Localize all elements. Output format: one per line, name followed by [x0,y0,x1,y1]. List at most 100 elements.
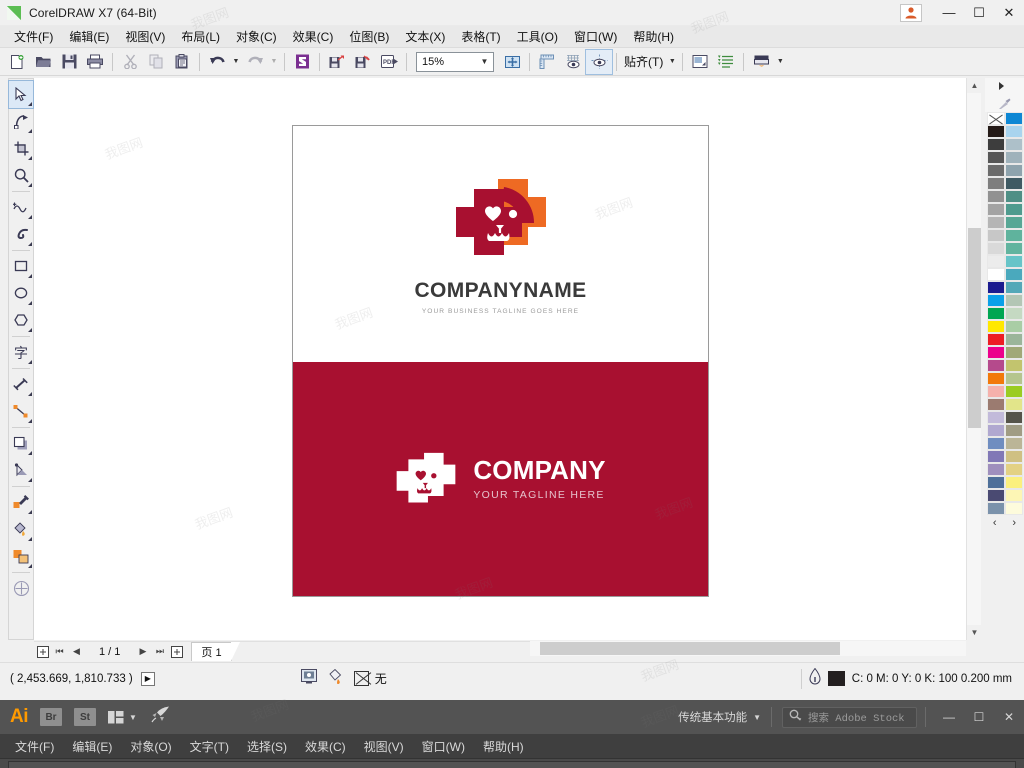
freehand-tool[interactable] [9,194,33,221]
color-eyedropper-tool[interactable] [9,489,33,516]
palette-swatch[interactable] [986,281,1005,294]
ai-menu-item-file[interactable]: 文件(F) [6,736,63,757]
menu-item-window[interactable]: 窗口(W) [566,26,625,47]
adobe-stock-search-input[interactable]: 搜索 Adobe Stock [782,706,917,728]
palette-swatch[interactable] [1004,320,1023,333]
palette-swatch[interactable] [1004,138,1023,151]
palette-swatch[interactable] [986,385,1005,398]
palette-swatch[interactable] [1004,255,1023,268]
palette-swatch[interactable] [986,151,1005,164]
pet-clinic-dog-cross-logo-white[interactable] [395,449,457,509]
menu-item-tools[interactable]: 工具(O) [509,26,566,47]
palette-swatch[interactable] [1004,424,1023,437]
crop-tool[interactable] [9,135,33,162]
horizontal-scrollbar[interactable] [530,641,966,656]
palette-swatch[interactable] [1004,346,1023,359]
menu-item-object[interactable]: 对象(C) [228,26,285,47]
options-icon[interactable] [687,50,713,74]
document-properties-icon[interactable] [300,668,317,689]
palette-swatch[interactable] [1004,463,1023,476]
application-launcher-caret[interactable]: ▼ [774,51,786,73]
menu-item-help[interactable]: 帮助(H) [625,26,682,47]
outline-pen-icon[interactable] [809,667,821,690]
palette-swatch[interactable] [986,398,1005,411]
palette-swatch[interactable] [986,372,1005,385]
artistic-media-tool[interactable] [9,221,33,248]
illustrator-minimize-button[interactable]: — [934,700,964,734]
arrange-documents-button[interactable]: ▼ [108,710,137,724]
import-icon[interactable] [324,50,350,74]
palette-swatch[interactable] [1004,177,1023,190]
undo-dropdown-caret[interactable]: ▼ [230,51,242,73]
palette-swatch[interactable] [986,476,1005,489]
palette-swatch[interactable] [986,411,1005,424]
zoom-tool[interactable] [9,162,33,189]
ai-menu-item-effect[interactable]: 效果(C) [296,736,355,757]
palette-swatch[interactable] [1004,294,1023,307]
text-tool[interactable]: 字 [9,339,33,366]
ai-menu-item-object[interactable]: 对象(O) [121,736,180,757]
workspace-selector[interactable]: 传统基本功能 [678,709,747,725]
rocket-icon[interactable] [151,706,170,728]
palette-swatch[interactable] [986,450,1005,463]
palette-swatch[interactable] [986,489,1005,502]
rectangle-tool[interactable] [9,253,33,280]
menu-item-table[interactable]: 表格(T) [453,26,508,47]
next-page-button[interactable]: ▶ [134,643,151,661]
outline-color-swatch[interactable] [827,671,845,686]
previous-page-button[interactable]: ◀ [68,643,85,661]
pet-clinic-dog-cross-logo[interactable] [454,173,548,265]
ai-menu-item-view[interactable]: 视图(V) [355,736,413,757]
palette-swatch[interactable] [1004,489,1023,502]
palette-swatch[interactable] [1004,151,1023,164]
palette-swatch[interactable] [986,320,1005,333]
palette-swatch-grid[interactable] [986,112,1023,515]
palette-swatch[interactable] [1004,203,1023,216]
palette-swatch[interactable] [986,437,1005,450]
palette-swatch[interactable] [1004,125,1023,138]
ai-menu-item-edit[interactable]: 编辑(E) [63,736,121,757]
palette-swatch[interactable] [1004,190,1023,203]
open-document-icon[interactable] [30,50,56,74]
menu-item-text[interactable]: 文本(X) [397,26,453,47]
palette-swatch[interactable] [986,242,1005,255]
drop-shadow-tool[interactable] [9,430,33,457]
straight-line-connector-tool[interactable] [9,398,33,425]
parallel-dimension-tool[interactable] [9,371,33,398]
chevron-down-icon[interactable]: ▼ [476,57,493,66]
vertical-scrollbar[interactable]: ▲ ▼ [966,78,982,640]
palette-swatch[interactable] [986,463,1005,476]
publish-pdf-icon[interactable]: PDF [376,50,402,74]
palette-swatch[interactable] [986,268,1005,281]
palette-swatch[interactable] [1004,307,1023,320]
transparency-tool[interactable] [9,457,33,484]
illustrator-maximize-button[interactable]: ☐ [964,700,994,734]
ai-menu-item-window[interactable]: 窗口(W) [413,736,474,757]
smart-fill-tool[interactable] [9,543,33,570]
paste-icon[interactable] [169,50,195,74]
scroll-down-icon[interactable]: ▼ [967,625,982,640]
palette-swatch[interactable] [986,190,1005,203]
add-page-before-icon[interactable] [34,643,51,661]
shape-tool[interactable] [9,108,33,135]
palette-prev-button[interactable]: ‹ [993,517,997,529]
first-page-button[interactable]: ⏮ [51,643,68,661]
ai-menu-item-select[interactable]: 选择(S) [238,736,296,757]
page-tab-1[interactable]: 页 1 [191,642,240,661]
palette-swatch[interactable] [986,502,1005,515]
chevron-down-icon[interactable]: ▼ [129,713,137,722]
save-icon[interactable] [56,50,82,74]
user-account-icon[interactable] [900,3,922,22]
fill-color-icon[interactable] [327,668,344,689]
palette-swatch[interactable] [986,138,1005,151]
document-page[interactable]: COMPANYNAME YOUR BUSINESS TAGLINE GOES H… [292,125,709,597]
export-icon[interactable] [350,50,376,74]
stock-button[interactable]: St [74,708,96,726]
polygon-tool[interactable] [9,307,33,334]
status-expand-button[interactable]: ▶ [140,671,155,686]
palette-swatch[interactable] [1004,411,1023,424]
outline-tool[interactable] [9,575,33,602]
palette-swatch[interactable] [986,164,1005,177]
palette-swatch[interactable] [986,307,1005,320]
color-palette[interactable]: ‹ › [985,78,1024,640]
